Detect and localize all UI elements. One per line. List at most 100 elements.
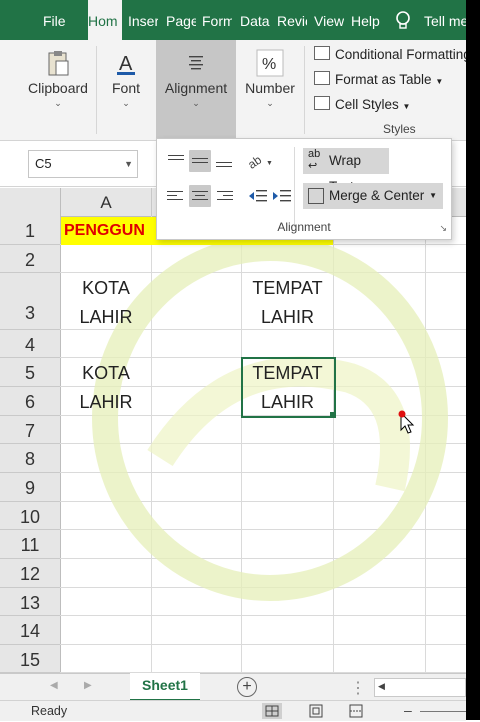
name-box[interactable]: C5 ▼ (28, 150, 138, 178)
row-header-8[interactable]: 8 (0, 444, 61, 473)
cell-c3-line2[interactable]: LAHIR (242, 303, 333, 332)
lightbulb-icon[interactable] (395, 11, 411, 31)
grid-icon (265, 705, 279, 717)
middle-align-button[interactable] (189, 150, 211, 172)
tab-help[interactable]: Help (351, 0, 383, 40)
page-layout-icon (309, 704, 323, 718)
ribbon: Clipboard ⌄ A Font ⌄ Alignment ⌄ % Numbe… (0, 40, 480, 141)
alignment-dropdown: ab▼ ab↩ Wrap Text Merge & Center ▼ Align… (156, 138, 452, 240)
font-label: Font (111, 80, 140, 96)
table-icon (314, 71, 330, 85)
align-center-icon (181, 48, 211, 78)
cell-styles-button[interactable]: Cell Styles ▼ (314, 96, 410, 112)
tab-review[interactable]: Revie (277, 0, 307, 40)
row-header-6[interactable]: 6 (0, 387, 61, 416)
merge-dropdown-arrow[interactable]: ▼ (429, 183, 437, 209)
align-right-button[interactable] (213, 185, 235, 207)
tab-home[interactable]: Hom (88, 0, 122, 40)
row-header-9[interactable]: 9 (0, 473, 61, 502)
sheet-tab-splitter[interactable]: ⋮ (350, 678, 366, 698)
worksheet-grid[interactable]: A B C D 123456789101112131415 PENGGUN KO… (0, 188, 467, 673)
tell-me-search[interactable]: Tell me (424, 0, 466, 40)
styles-group-label: Styles (383, 122, 416, 136)
page-layout-view-button[interactable] (306, 703, 326, 719)
align-center-button[interactable] (189, 185, 211, 207)
sheet-tab-sheet1[interactable]: Sheet1 (130, 673, 200, 702)
tab-formulas[interactable]: Form (202, 0, 232, 40)
merge-center-icon (308, 188, 324, 204)
percent-icon: % (255, 48, 285, 78)
zoom-slider[interactable] (420, 711, 466, 712)
row-header-13[interactable]: 13 (0, 588, 61, 616)
row-header-1[interactable]: 1 (0, 216, 61, 245)
normal-view-button[interactable] (262, 703, 282, 719)
screen-edge (466, 0, 480, 720)
sheet-tab-bar: ◀ ▶ Sheet1 + ⋮ ◀ (0, 673, 466, 702)
row-header-2[interactable]: 2 (0, 245, 61, 273)
svg-text:▼: ▼ (266, 160, 273, 167)
svg-text:ab: ab (247, 152, 264, 171)
cell-a3-line2[interactable]: LAHIR (61, 303, 151, 332)
add-sheet-icon[interactable]: + (237, 677, 257, 697)
tab-file[interactable]: File (43, 0, 77, 40)
clipboard-icon (43, 48, 73, 78)
scroll-left-arrow-icon[interactable]: ◀ (378, 681, 385, 692)
cell-a5[interactable]: KOTA (61, 359, 151, 388)
conditional-formatting-button[interactable]: Conditional Formatting (314, 46, 471, 62)
row-header-11[interactable]: 11 (0, 530, 61, 559)
ribbon-tab-bar: File Hom Inser Page Form Data Revie View… (0, 0, 480, 40)
row-header-14[interactable]: 14 (0, 616, 61, 645)
alignment-button[interactable]: Alignment ⌄ (156, 40, 236, 138)
name-box-value: C5 (35, 156, 52, 171)
cell-styles-icon (314, 96, 330, 110)
status-bar: Ready – (0, 700, 466, 721)
cell-a3-line1[interactable]: KOTA (61, 274, 151, 303)
row-header-15[interactable]: 15 (0, 645, 61, 673)
dialog-launcher-icon[interactable]: ↘ (439, 223, 447, 234)
font-button[interactable]: A Font ⌄ (98, 40, 154, 138)
clipboard-label: Clipboard (28, 80, 88, 96)
cell-c5[interactable]: TEMPAT (242, 359, 333, 388)
decrease-indent-button[interactable] (247, 185, 269, 207)
svg-text:%: % (262, 56, 276, 73)
mouse-cursor-icon (398, 410, 415, 434)
page-break-view-button[interactable] (346, 703, 366, 719)
merge-center-button[interactable]: Merge & Center ▼ (303, 183, 443, 209)
row-header-3[interactable]: 3 (0, 273, 61, 330)
alignment-label: Alignment (164, 80, 228, 96)
cell-c6[interactable]: LAHIR (242, 388, 333, 417)
alignment-group-label: Alignment (277, 220, 331, 234)
tab-data[interactable]: Data (240, 0, 270, 40)
tab-page-layout[interactable]: Page (166, 0, 196, 40)
scroll-left-sheets-icon[interactable]: ◀ (50, 680, 58, 691)
row-header-12[interactable]: 12 (0, 559, 61, 588)
column-header-a[interactable]: A (61, 188, 152, 217)
row-header-5[interactable]: 5 (0, 358, 61, 387)
number-button[interactable]: % Number ⌄ (240, 40, 300, 138)
wrap-text-icon: ab ↩ (308, 148, 321, 172)
tab-view[interactable]: View (314, 0, 344, 40)
bottom-align-button[interactable] (213, 150, 235, 172)
cell-a1[interactable]: PENGGUN (64, 217, 145, 245)
cell-c3-line1[interactable]: TEMPAT (242, 274, 333, 303)
wrap-text-button[interactable]: ab↩ Wrap Text (303, 148, 389, 194)
page-break-icon (349, 704, 363, 718)
orientation-icon: ab ▼ (245, 152, 273, 171)
zoom-out-button[interactable]: – (404, 702, 412, 718)
clipboard-button[interactable]: Clipboard ⌄ (22, 40, 94, 138)
font-icon: A (111, 48, 141, 78)
scroll-right-sheets-icon[interactable]: ▶ (84, 680, 92, 691)
format-as-table-button[interactable]: Format as Table ▼ (314, 71, 443, 87)
row-header-10[interactable]: 10 (0, 502, 61, 530)
orientation-button[interactable]: ab ▼ (245, 150, 273, 172)
chevron-down-icon[interactable]: ▼ (124, 151, 133, 177)
row-header-4[interactable]: 4 (0, 330, 61, 358)
tab-insert[interactable]: Inser (128, 0, 158, 40)
cell-a6[interactable]: LAHIR (61, 388, 151, 417)
horizontal-scrollbar[interactable]: ◀ (374, 678, 466, 697)
select-all-corner[interactable] (0, 188, 61, 217)
top-align-button[interactable] (165, 150, 187, 172)
align-left-button[interactable] (165, 185, 187, 207)
row-header-7[interactable]: 7 (0, 416, 61, 444)
increase-indent-button[interactable] (271, 185, 293, 207)
